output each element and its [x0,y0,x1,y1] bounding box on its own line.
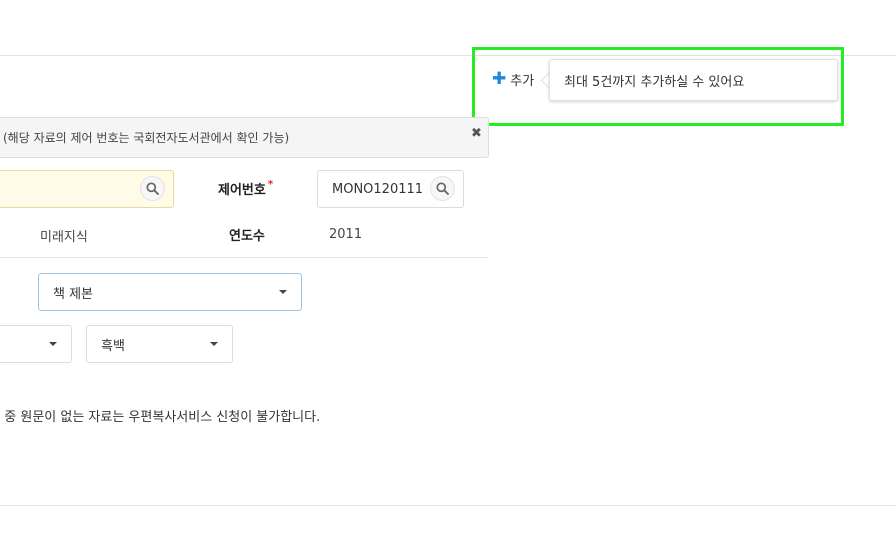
info-notice-text: (해당 자료의 제어 번호는 국회전자도서관에서 확인 가능) [3,131,290,145]
color-mode-value: 흑백 [101,338,125,354]
chevron-down-icon [279,290,287,294]
publisher-value: 미래지식 [40,230,88,245]
control-number-label-text: 제어번호 [218,183,266,198]
year-value: 2011 [329,227,363,242]
bottom-divider [0,505,896,506]
title-search-button[interactable] [140,176,165,201]
chevron-down-icon [210,342,218,346]
section-divider [0,257,488,258]
search-icon [146,182,159,195]
info-notice-bar: (해당 자료의 제어 번호는 국회전자도서관에서 확인 가능) [0,117,489,158]
color-mode-select[interactable]: 흑백 [86,325,233,363]
option-select[interactable] [0,325,72,363]
highlight-box [472,47,844,126]
search-icon [436,182,449,195]
control-number-search-button[interactable] [430,176,455,201]
required-mark: * [267,179,274,190]
control-number-label: 제어번호 * [218,179,273,198]
control-number-value: MONO120111 [332,181,424,197]
binding-format-value: 책 제본 [53,286,94,302]
year-label: 연도수 [229,229,265,244]
binding-format-select[interactable]: 책 제본 [38,273,302,311]
close-icon[interactable]: ✖ [471,126,482,141]
chevron-down-icon [49,342,57,346]
service-notice-text: · 중 원문이 없는 자료는 우편복사서비스 신청이 불가합니다. [0,410,321,425]
